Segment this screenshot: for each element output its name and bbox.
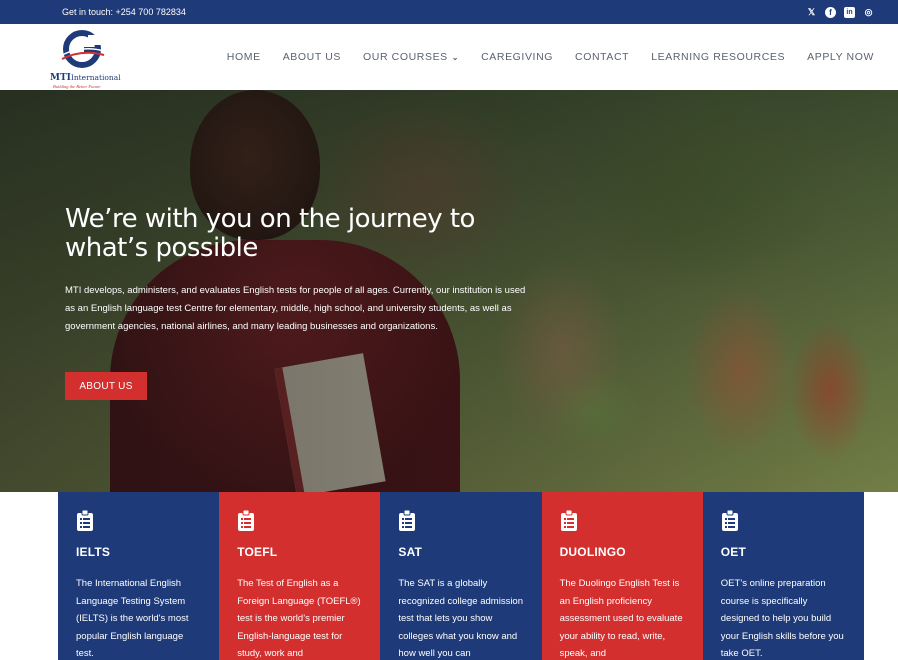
course-description: OET’s online preparation course is speci… [720,578,844,659]
hero-banner: We’re with you on the journey to what’s … [0,90,898,492]
logo-tagline: Building the Better Future [53,84,101,89]
course-card-duolingo[interactable]: DUOLINGO The Duolingo English Test is an… [541,492,703,660]
nav-apply-now-label: APPLY NOW [807,51,874,63]
clipboard-list-icon [399,509,416,531]
hero-description: MTI develops, administers, and evaluates… [65,285,526,332]
nav-contact-label: CONTACT [575,51,630,63]
logo-brand-rest: International [70,73,121,82]
site-logo[interactable]: MTIInternational Building the Better Fut… [50,29,121,89]
course-card-oet[interactable]: OET OET’s online preparation course is s… [702,492,864,660]
clipboard-list-icon [77,509,93,531]
course-description: The Test of English as a Foreign Languag… [237,578,361,659]
nav-about-us-label: ABOUT US [282,51,341,63]
course-cards: IELTS The International English Language… [58,492,864,660]
top-bar: Get in touch: +254 700 782834 𝕏 f in ◎ [0,0,898,24]
nav-caregiving-label: CAREGIVING [481,51,554,63]
course-description: The SAT is a globally recognized college… [398,578,524,659]
nav-learning-resources-label: LEARNING RESOURCES [651,51,786,63]
facebook-icon[interactable]: f [825,6,836,18]
about-us-button[interactable]: ABOUT US [65,372,147,400]
site-header: MTIInternational Building the Better Fut… [0,24,898,90]
nav-contact[interactable]: CONTACT [575,51,629,63]
tripadvisor-icon[interactable]: ◎ [863,7,874,18]
twitter-icon[interactable]: 𝕏 [806,7,817,18]
course-title: SAT [398,545,423,559]
nav-home-label: HOME [226,51,261,63]
clipboard-list-icon [238,509,255,531]
nav-about-us[interactable]: ABOUT US [283,51,341,63]
course-description: The Duolingo English Test is an English … [559,578,683,659]
main-nav: HOME ABOUT US OUR COURSES ⌄ CAREGIVING CO… [227,51,874,63]
clipboard-list-icon [560,509,577,531]
linkedin-icon[interactable]: in [844,6,855,18]
nav-our-courses[interactable]: OUR COURSES ⌄ [363,51,459,63]
course-description: The International English Language Testi… [76,578,189,659]
course-title: DUOLINGO [559,545,626,559]
nav-our-courses-label: OUR COURSES [363,51,448,63]
course-card-toefl[interactable]: TOEFL The Test of English as a Foreign L… [219,492,381,660]
chevron-down-icon: ⌄ [451,52,460,62]
contact-phone[interactable]: Get in touch: +254 700 782834 [62,7,186,17]
course-title: TOEFL [237,545,278,559]
logo-brand: MTIInternational [50,73,121,83]
course-card-sat[interactable]: SAT The SAT is a globally recognized col… [380,492,542,660]
course-title: OET [720,545,747,559]
course-title: IELTS [76,545,111,559]
clipboard-list-icon [721,509,738,531]
nav-caregiving[interactable]: CAREGIVING [481,51,553,63]
logo-brand-main: MTI [50,73,71,83]
nav-apply-now[interactable]: APPLY NOW [807,51,874,63]
social-links: 𝕏 f in ◎ [806,6,874,18]
nav-home[interactable]: HOME [227,51,261,63]
course-card-ielts[interactable]: IELTS The International English Language… [58,492,220,660]
logo-mark-icon [61,30,105,68]
hero-title: We’re with you on the journey to what’s … [65,204,475,263]
nav-learning-resources[interactable]: LEARNING RESOURCES [651,51,785,63]
